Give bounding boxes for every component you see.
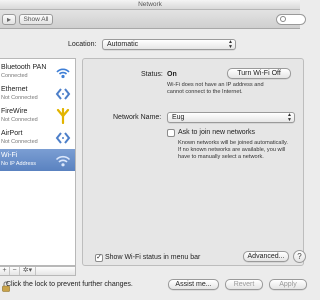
- network-name-value: Eug: [172, 114, 185, 121]
- assist-me-button[interactable]: Assist me...: [168, 279, 219, 290]
- remove-service-button[interactable]: −: [10, 267, 20, 275]
- airport-icon: [55, 132, 71, 144]
- service-item-firewire[interactable]: FireWire Not Connected: [0, 105, 75, 127]
- service-status: No IP Address: [1, 161, 37, 167]
- status-label: Status:: [141, 71, 163, 78]
- service-name: AirPort: [1, 130, 23, 137]
- add-service-button[interactable]: +: [0, 267, 10, 275]
- service-item-ethernet[interactable]: Ethernet Not Connected: [0, 83, 75, 105]
- status-description-line1: Wi-Fi does not have an IP address and: [167, 82, 264, 88]
- service-status: Not Connected: [1, 139, 38, 145]
- popup-arrows-icon: ▲ ▼: [287, 112, 292, 123]
- service-list[interactable]: Bluetooth PAN Connected Ethernet Not Con…: [0, 58, 76, 266]
- service-status: Not Connected: [1, 117, 38, 123]
- location-value: Automatic: [107, 41, 139, 48]
- service-item-airport[interactable]: AirPort Not Connected: [0, 127, 75, 149]
- service-name: Ethernet: [1, 86, 28, 93]
- chevron-right-icon: ▸: [6, 15, 11, 24]
- ask-join-label[interactable]: Ask to join new networks: [178, 129, 255, 136]
- popup-arrows-icon: ▲ ▼: [228, 39, 233, 50]
- service-status: Not Connected: [1, 95, 38, 101]
- ask-join-checkbox[interactable]: [167, 129, 175, 137]
- location-popup[interactable]: Automatic ▲ ▼: [102, 39, 236, 50]
- show-wifi-status-checkbox[interactable]: ✓: [95, 254, 103, 262]
- help-button[interactable]: ?: [293, 250, 306, 263]
- firewire-icon: [56, 108, 70, 124]
- service-status: Connected: [1, 73, 28, 79]
- window-title: Network: [138, 1, 162, 8]
- toolbar: ▸ Show All: [0, 10, 306, 29]
- back-forward-button[interactable]: ▸: [2, 14, 16, 25]
- window-titlebar: Network: [0, 0, 300, 10]
- lock-message: Click the lock to prevent further change…: [6, 281, 133, 288]
- turn-wifi-off-button[interactable]: Turn Wi-Fi Off: [227, 68, 291, 79]
- service-item-bluetooth-pan[interactable]: Bluetooth PAN Connected: [0, 61, 75, 83]
- show-wifi-status-label[interactable]: Show Wi-Fi status in menu bar: [105, 254, 200, 261]
- ask-join-description-line1: Known networks will be joined automatica…: [178, 140, 288, 146]
- service-actions-button[interactable]: ✲▾: [20, 267, 36, 275]
- wifi-icon: [55, 155, 71, 167]
- location-label: Location:: [68, 41, 97, 48]
- show-all-button[interactable]: Show All: [19, 14, 53, 25]
- search-icon: [280, 16, 286, 22]
- wifi-detail-pane: Status: On Turn Wi-Fi Off Wi-Fi does not…: [82, 58, 306, 266]
- advanced-button[interactable]: Advanced...: [243, 251, 289, 262]
- bluetooth-pan-icon: [56, 68, 70, 79]
- status-description-line2: cannot connect to the Internet.: [167, 89, 243, 95]
- status-value: On: [167, 71, 177, 78]
- network-name-label: Network Name:: [113, 114, 162, 121]
- service-name: Bluetooth PAN: [1, 64, 47, 71]
- service-name: Wi-Fi: [1, 152, 18, 159]
- service-name: FireWire: [1, 108, 28, 115]
- network-name-popup[interactable]: Eug ▲ ▼: [167, 112, 295, 123]
- service-item-wifi[interactable]: Wi-Fi No IP Address: [0, 149, 75, 171]
- bottom-bar: Click the lock to prevent further change…: [0, 277, 307, 300]
- apply-button[interactable]: Apply: [269, 279, 307, 290]
- service-list-controls: + − ✲▾: [0, 266, 76, 276]
- ethernet-icon: [55, 88, 71, 100]
- revert-button[interactable]: Revert: [225, 279, 263, 290]
- ask-join-description-line3: have to manually select a network.: [178, 154, 264, 160]
- ask-join-description-line2: If no known networks are available, you …: [178, 147, 286, 153]
- search-field[interactable]: [276, 14, 306, 25]
